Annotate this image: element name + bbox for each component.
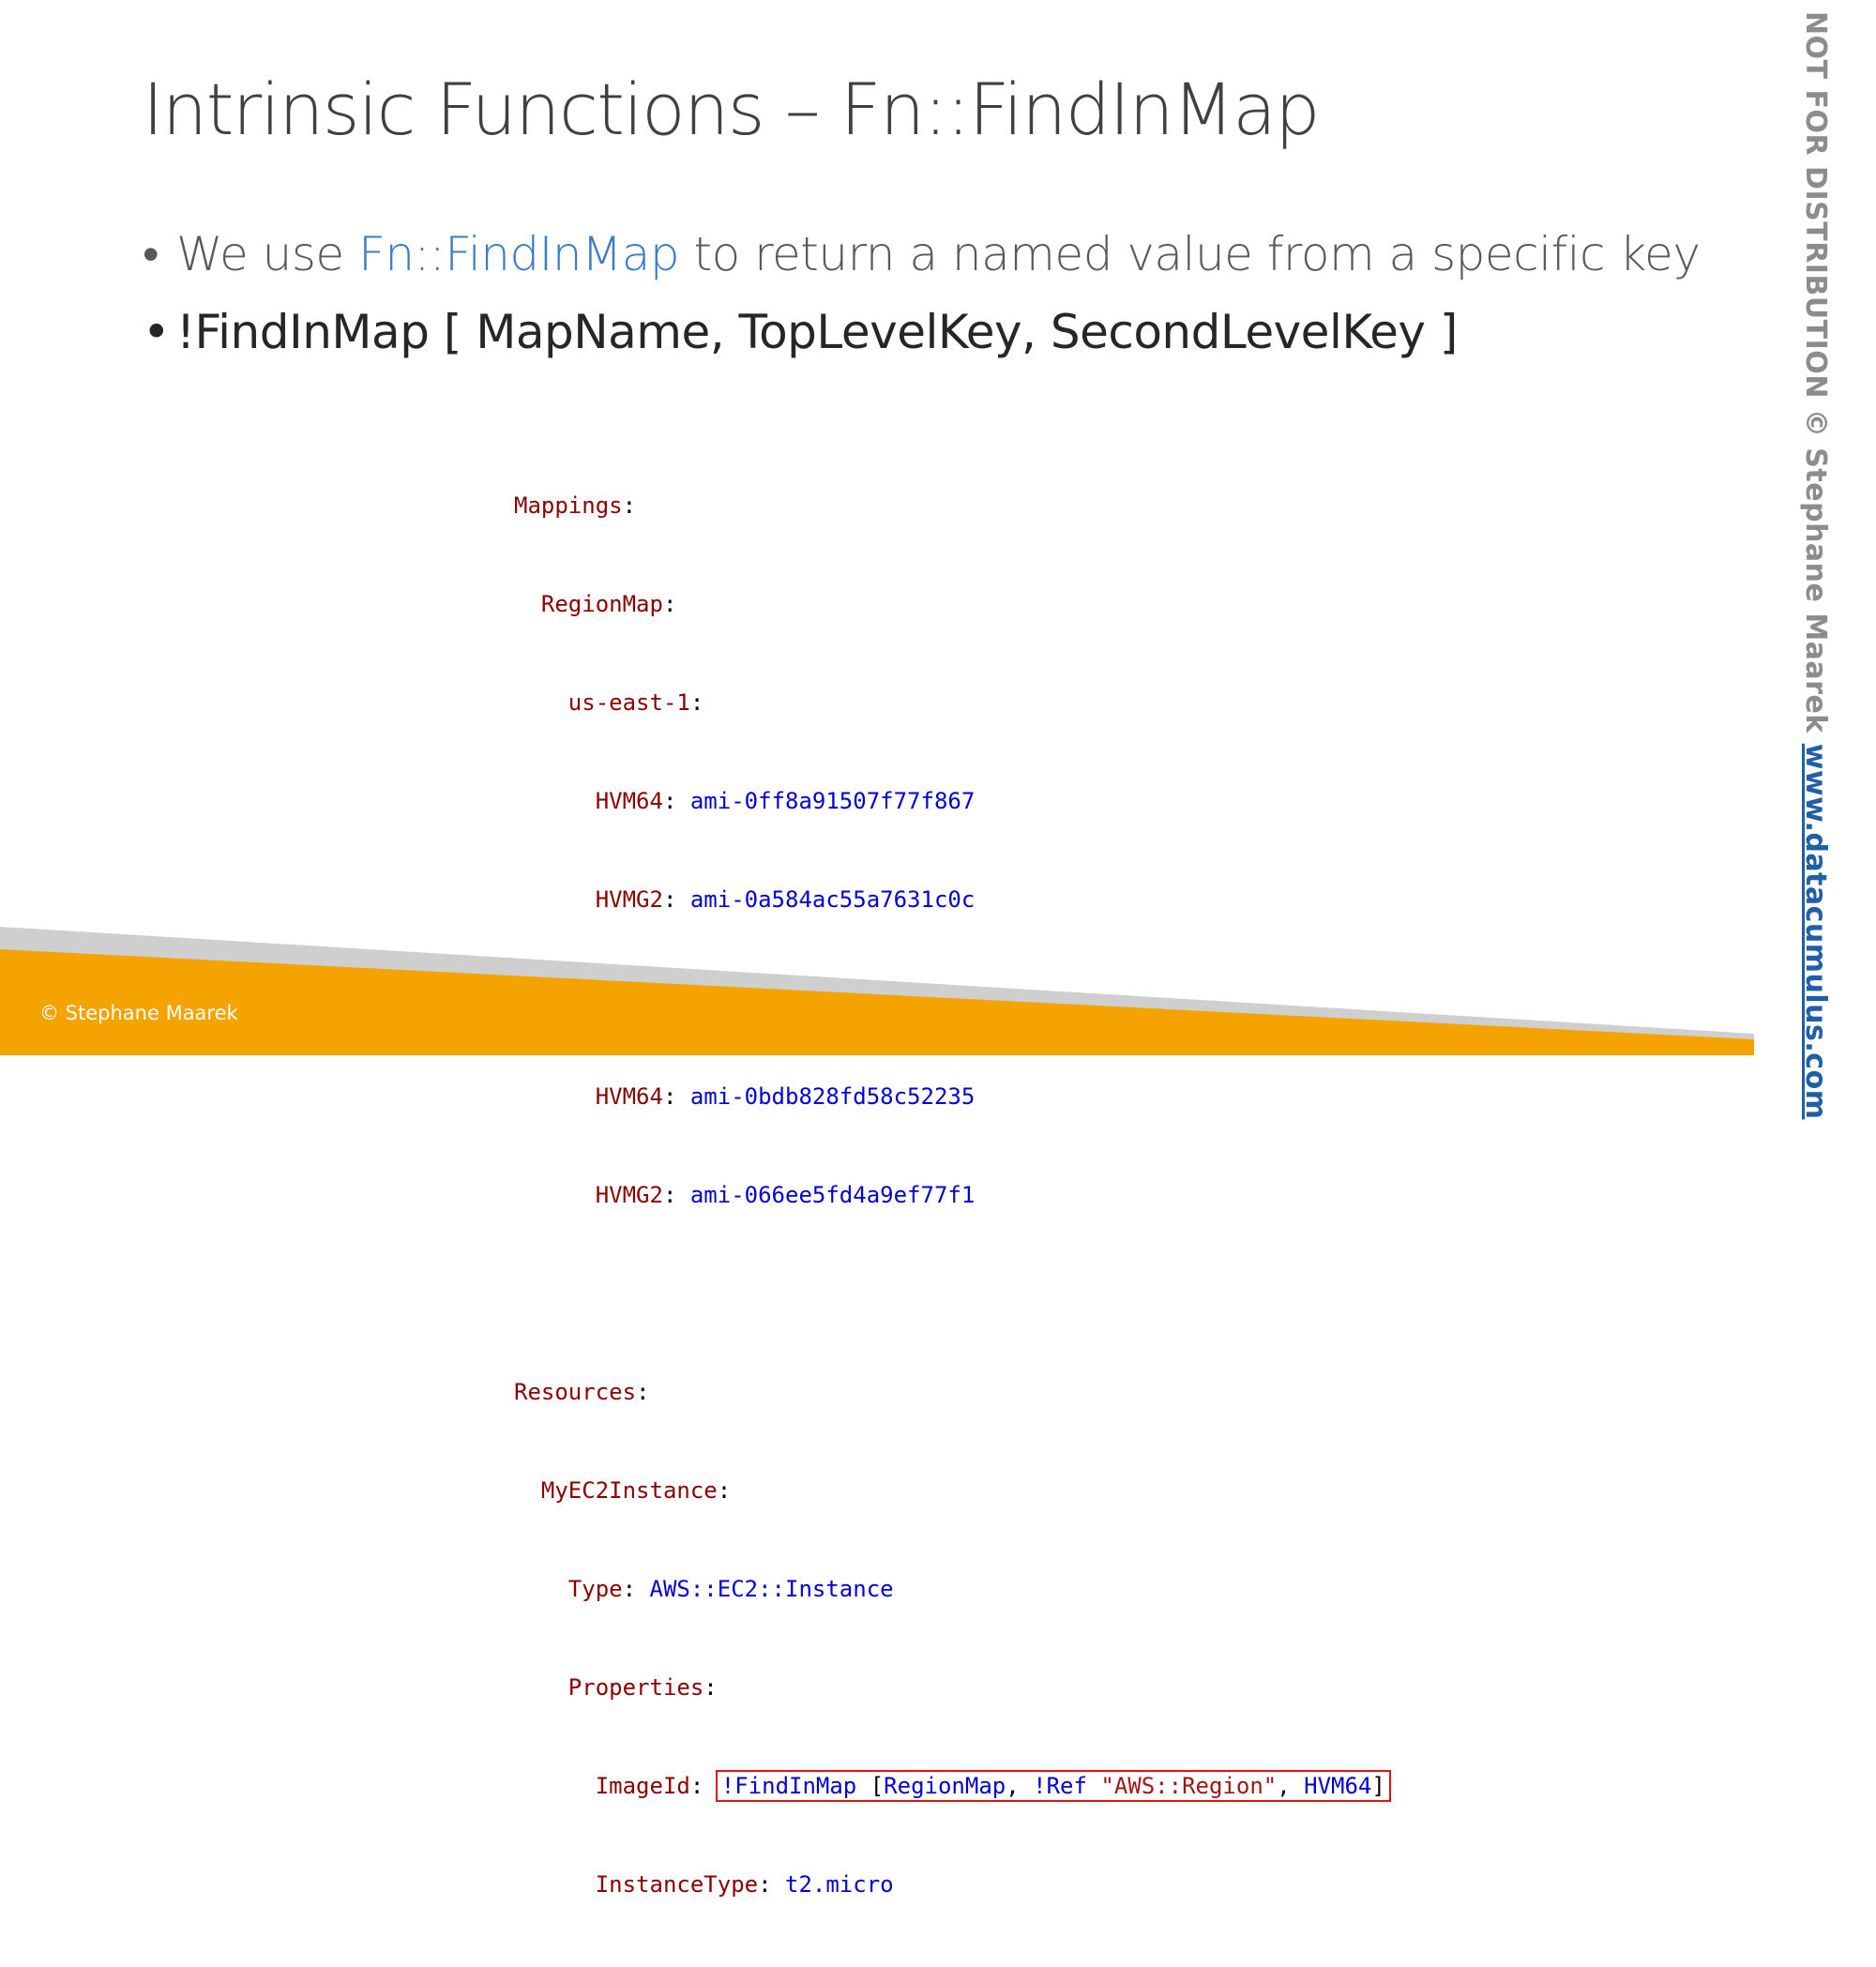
code-line: Resources: [514, 1379, 650, 1405]
code-arg-map: RegionMap [884, 1773, 1006, 1799]
code-key-properties: Properties [567, 1674, 704, 1701]
code-key-resources: Resources [514, 1379, 637, 1405]
code-line: MyEC2Instance: [540, 1477, 732, 1504]
code-key-imageid: ImageId [595, 1773, 690, 1799]
code-line: Type: AWS::EC2::Instance [567, 1576, 894, 1602]
code-value-ami: ami-0bdb828fd58c52235 [689, 1083, 976, 1110]
code-value-type: AWS::EC2::Instance [649, 1576, 894, 1602]
code-fn-findinmap: !FindInMap [720, 1773, 857, 1799]
code-key-instance: MyEC2Instance [540, 1477, 718, 1504]
code-line: Properties: [567, 1674, 718, 1701]
code-value-ami: ami-066ee5fd4a9ef77f1 [689, 1182, 976, 1208]
code-fn-ref: !Ref [1033, 1773, 1087, 1799]
footer-decoration [0, 927, 1754, 1055]
code-key-instancetype: InstanceType [595, 1871, 759, 1898]
code-line: HVM64: ami-0bdb828fd58c52235 [595, 1083, 976, 1110]
code-arg-key: HVM64 [1304, 1773, 1372, 1799]
code-key-hvm64: HVM64 [595, 1083, 663, 1110]
findinmap-highlight-box: !FindInMap [RegionMap, !Ref "AWS::Region… [715, 1770, 1391, 1802]
code-key-hvmg2: HVMG2 [595, 1182, 663, 1208]
footer-copyright: © Stephane Maarek [39, 1002, 238, 1024]
footer-orange-band [0, 949, 1754, 1055]
code-line: HVMG2: ami-066ee5fd4a9ef77f1 [595, 1182, 976, 1208]
code-line: InstanceType: t2.micro [595, 1871, 894, 1898]
code-key-type: Type [567, 1576, 623, 1602]
code-arg-region: "AWS::Region" [1100, 1773, 1278, 1799]
code-line: ImageId: !FindInMap [RegionMap, !Ref "AW… [514, 1770, 1391, 1803]
code-value-instancetype: t2.micro [785, 1871, 894, 1898]
